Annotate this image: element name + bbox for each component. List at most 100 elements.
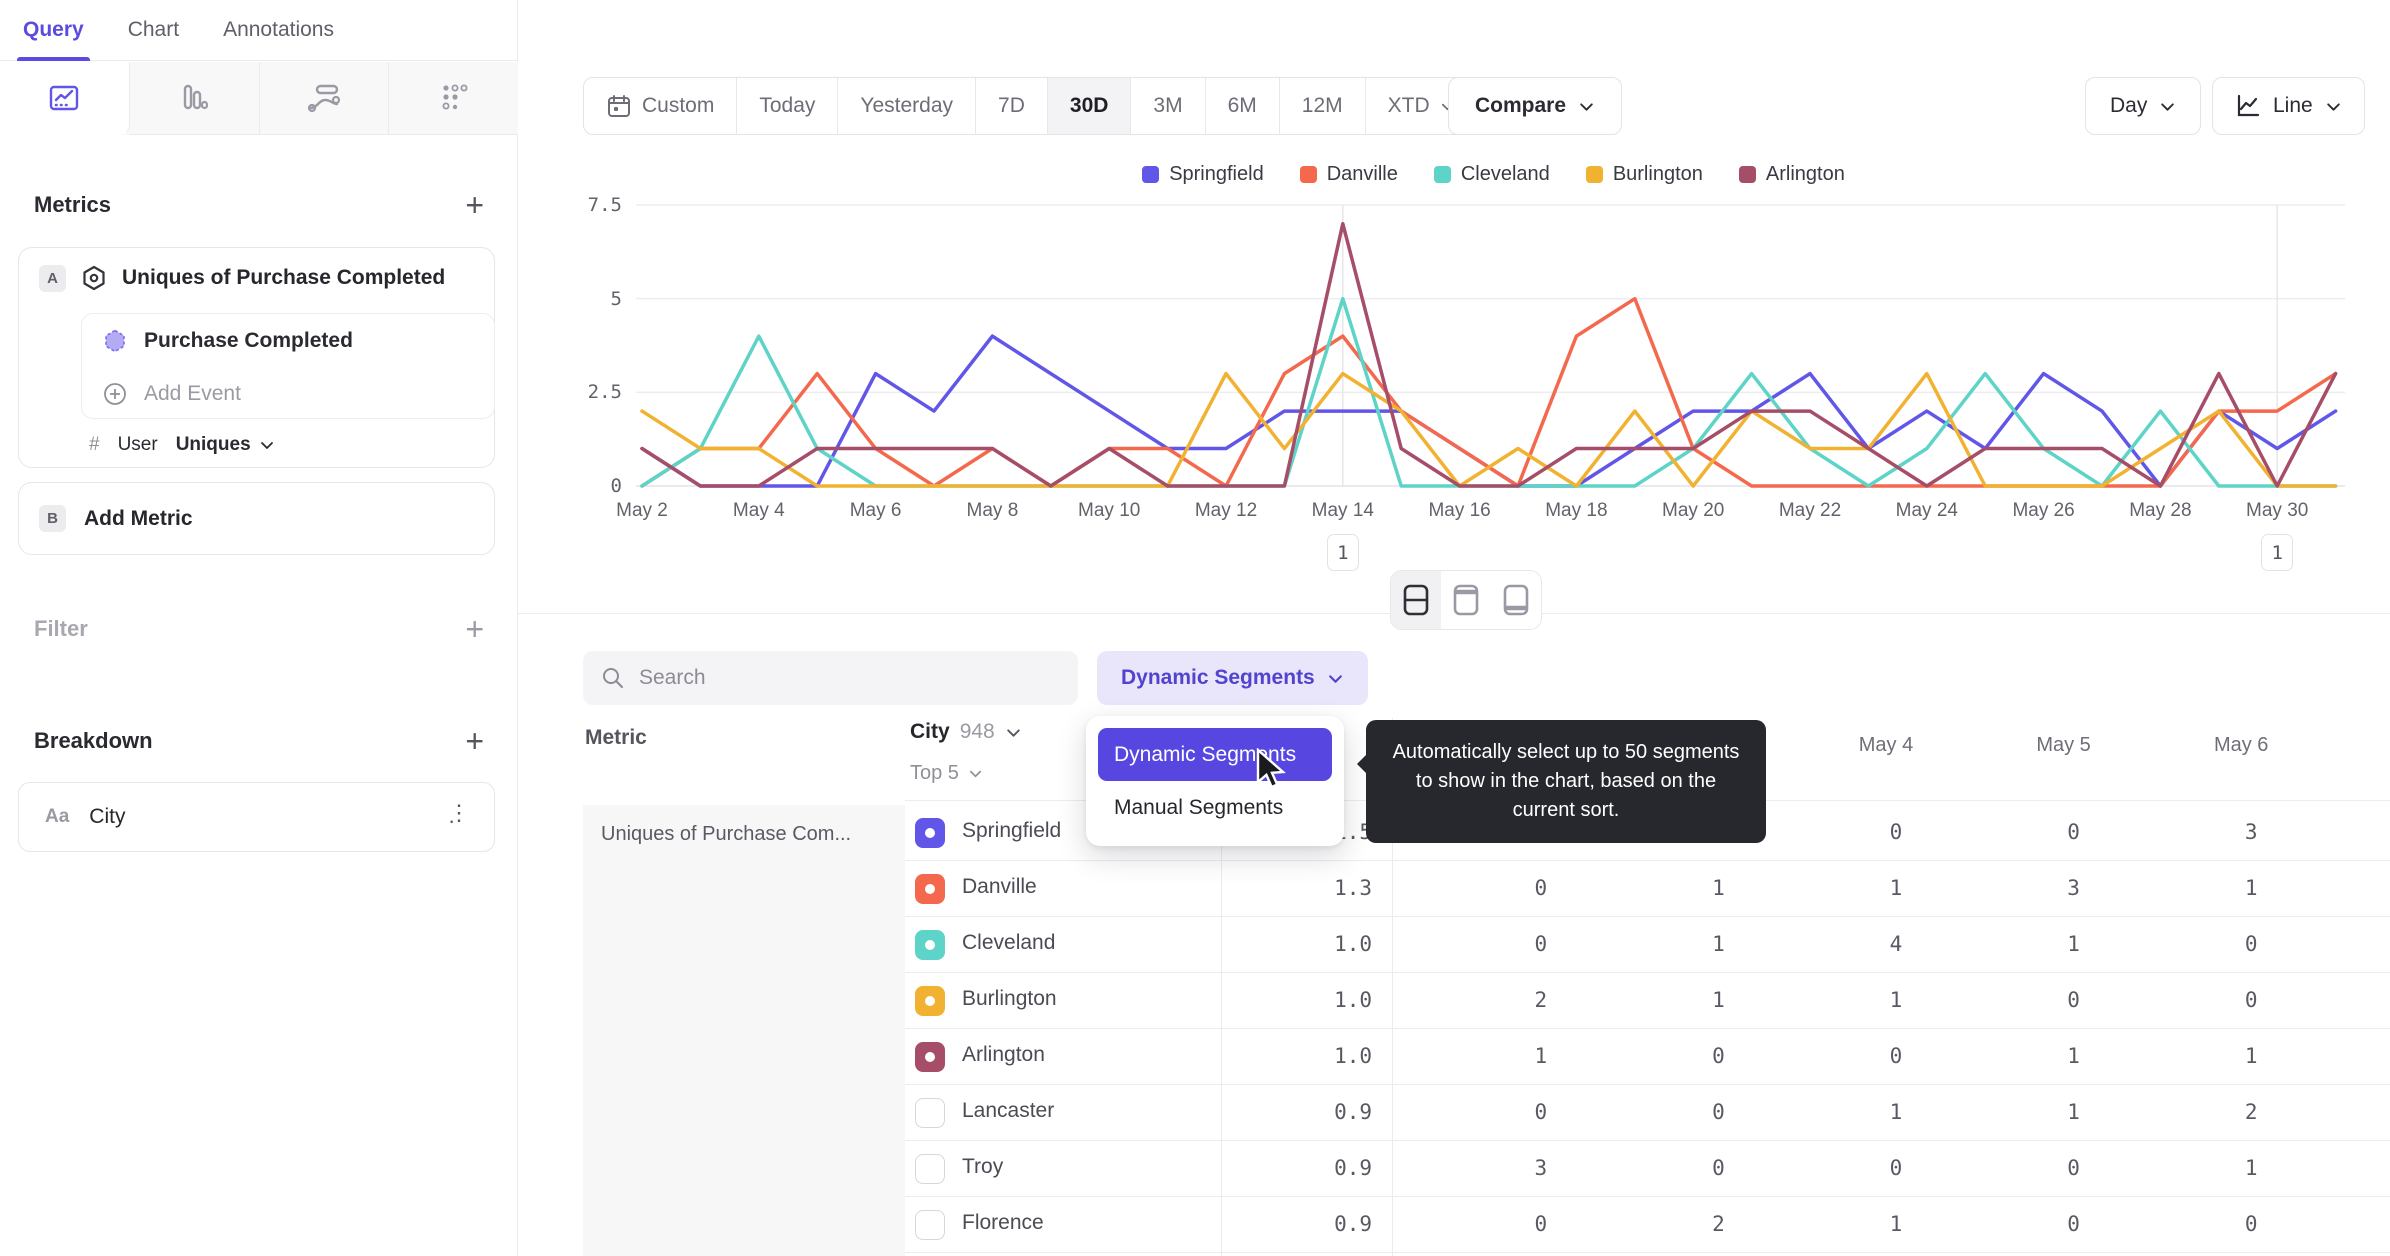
table-row-troy[interactable]: Troy 0.9 3 0 0 0 1 [905, 1141, 2390, 1197]
checkbox-dot [925, 940, 935, 950]
kebab-menu-icon[interactable]: ⋮ · [448, 802, 470, 832]
unchecked-checkbox[interactable] [915, 1098, 945, 1128]
range-30d[interactable]: 30D [1047, 78, 1132, 134]
range-today[interactable]: Today [737, 78, 839, 134]
add-event-row[interactable]: Add Event [82, 367, 494, 420]
range-6m[interactable]: 6M [1206, 78, 1280, 134]
value-cell: 0 [1712, 1100, 1725, 1124]
menu-item-dynamic-segments[interactable]: Dynamic Segments [1098, 728, 1332, 781]
nav-tab-annotations[interactable]: Annotations [223, 0, 334, 61]
chart-type-line-tab[interactable] [0, 62, 130, 135]
annotation-chip[interactable]: 1 [2261, 534, 2294, 571]
unchecked-checkbox[interactable] [915, 1210, 945, 1240]
segment-average: 0.9 [1334, 1212, 1372, 1236]
add-filter-icon[interactable]: + [465, 613, 484, 645]
checked-checkbox[interactable] [915, 986, 945, 1016]
x-tick-label: May 24 [1895, 500, 1958, 521]
unchecked-checkbox[interactable] [915, 1154, 945, 1184]
annotation-chip[interactable]: 1 [1326, 534, 1359, 571]
range-custom[interactable]: Custom [584, 78, 738, 134]
add-event-icon [104, 382, 126, 405]
add-metric-label: Add Metric [84, 506, 193, 530]
metric-a-header[interactable]: A Uniques of Purchase Completed [19, 248, 494, 292]
table-row-cleveland[interactable]: Cleveland 1.0 0 1 4 1 0 [905, 917, 2390, 973]
nav-tab-query[interactable]: Query [17, 0, 90, 61]
add-metric-icon[interactable]: + [465, 189, 484, 221]
value-cell: 0 [1889, 1156, 1903, 1180]
value-cell: 1 [1712, 876, 1725, 900]
range-label: XTD [1387, 94, 1430, 117]
range-7d[interactable]: 7D [976, 78, 1048, 134]
metric-b-card[interactable]: B Add Metric [18, 482, 495, 555]
value-cell: 2 [2244, 1100, 2258, 1124]
breakdown-section-title: Breakdown [34, 728, 153, 753]
x-tick-label: May 6 [849, 500, 902, 521]
panel-bottom-icon [1502, 583, 1530, 617]
value-cell: 1 [2067, 1044, 2080, 1068]
tooltip-text: Automatically select up to 50 segments t… [1392, 741, 1740, 821]
chevron-down-icon [2326, 102, 2340, 111]
breakdown-city-card[interactable]: Aa City ⋮ · [18, 782, 495, 852]
segment-average: 1.3 [1334, 876, 1372, 900]
layout-table-only[interactable] [1491, 571, 1541, 629]
layout-split-rows[interactable] [1391, 571, 1441, 629]
add-breakdown-icon[interactable]: + [465, 725, 484, 757]
granularity-button[interactable]: Day [2085, 77, 2202, 135]
chart-style-button[interactable]: Line [2212, 77, 2365, 135]
value-cell: 0 [2067, 988, 2080, 1012]
range-label: 3M [1153, 94, 1183, 117]
value-cell: 0 [1534, 1100, 1548, 1124]
chart-type-flow-tab[interactable] [259, 62, 390, 135]
value-cell: 0 [2067, 1212, 2080, 1236]
measured-as-row[interactable]: # User Uniques [89, 434, 275, 456]
value-cell: 3 [2067, 876, 2080, 900]
segment-values: 3 0 0 0 1 [1392, 1156, 2340, 1180]
checked-checkbox[interactable] [915, 1042, 945, 1072]
table-row-arlington[interactable]: Arlington 1.0 1 0 0 1 1 [905, 1029, 2390, 1085]
segment-name: Burlington [962, 987, 1057, 1010]
value-cell: 0 [2067, 1156, 2080, 1180]
panel-top-icon [1452, 583, 1480, 617]
value-cell: 0 [2244, 932, 2258, 956]
search-input[interactable] [583, 651, 1078, 705]
layout-chart-only[interactable] [1441, 571, 1491, 629]
chart-type-bar-tab[interactable] [129, 62, 260, 135]
chart-type-scatter-tab[interactable] [389, 62, 518, 135]
checkbox-dot [925, 1052, 935, 1062]
checked-checkbox[interactable] [915, 930, 945, 960]
add-event-label: Add Event [144, 381, 241, 405]
value-cell: 1 [1889, 1212, 1903, 1236]
value-cell: 1 [2244, 1044, 2258, 1068]
range-3m[interactable]: 3M [1131, 78, 1206, 134]
mouse-cursor [1256, 748, 1286, 789]
chevron-down-icon [2161, 102, 2175, 111]
nav-tab-chart[interactable]: Chart [128, 0, 179, 61]
y-tick-label: 2.5 [587, 381, 622, 404]
range-label: Yesterday [860, 94, 954, 117]
range-yesterday[interactable]: Yesterday [838, 78, 977, 134]
x-tick-label: May 26 [2012, 500, 2075, 521]
chevron-down-icon [1006, 728, 1020, 737]
date-column-header: May 7 [2330, 734, 2390, 757]
property-type-icon: Aa [45, 806, 70, 827]
group-column-header[interactable]: City 948 [910, 720, 1022, 744]
filter-section-title: Filter [34, 616, 88, 641]
top-n-label: Top 5 [910, 762, 959, 784]
table-row-florence[interactable]: Florence 0.9 0 2 1 0 0 [905, 1197, 2390, 1253]
value-cell: 1 [1534, 1044, 1548, 1068]
menu-item-manual-segments[interactable]: Manual Segments [1098, 781, 1332, 834]
segments-mode-button[interactable]: Dynamic Segments [1097, 651, 1368, 705]
compare-button[interactable]: Compare [1448, 77, 1623, 135]
x-tick-label: May 8 [966, 500, 1019, 521]
top-n-selector[interactable]: Top 5 [910, 762, 983, 785]
range-12m[interactable]: 12M [1280, 78, 1366, 134]
metric-b-badge: B [39, 505, 66, 532]
metric-cell: Uniques of Purchase Com... [583, 805, 905, 1256]
table-row-danville[interactable]: Danville 1.3 0 1 1 3 1 [905, 861, 2390, 917]
table-row-burlington[interactable]: Burlington 1.0 2 1 1 0 0 [905, 973, 2390, 1029]
checked-checkbox[interactable] [915, 818, 945, 848]
event-row[interactable]: Purchase Completed [82, 314, 494, 367]
checked-checkbox[interactable] [915, 874, 945, 904]
value-cell: 1 [2067, 932, 2080, 956]
table-row-lancaster[interactable]: Lancaster 0.9 0 0 1 1 2 [905, 1085, 2390, 1141]
